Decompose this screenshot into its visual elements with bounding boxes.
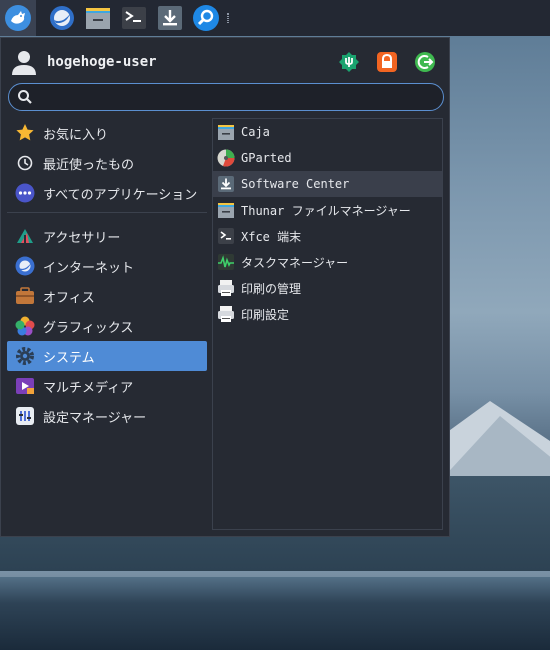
category-label: 最近使ったもの [43,157,135,173]
category-all-apps[interactable]: すべてのアプリケーション [7,178,207,208]
thunar-icon [218,203,234,218]
app-label: Thunar ファイルマネージャー [241,203,411,218]
app-label: タスクマネージャー [241,255,349,270]
category-graphics[interactable]: グラフィックス [7,311,207,341]
category-favorites[interactable]: お気に入り [7,118,207,148]
graphics-icon [15,316,35,336]
whisker-menu: hogehoge-user お気に入り 最近使ったもの すべてのアプリケーション… [0,37,450,537]
system-icon [16,347,34,365]
software-center-launcher[interactable] [152,0,188,36]
category-list: お気に入り 最近使ったもの すべてのアプリケーション アクセサリー インターネッ… [7,118,207,431]
panel-handle[interactable] [224,0,232,36]
app-label: GParted [241,151,292,165]
multimedia-icon [16,378,34,394]
search-input[interactable] [39,89,443,105]
mountain-ridge [440,416,550,481]
user-name: hogehoge-user [47,54,157,70]
user-avatar-icon [12,51,36,75]
internet-icon [15,256,35,276]
clock-icon [17,155,33,171]
star-icon [16,124,34,141]
app-task-manager[interactable]: タスクマネージャー [213,249,442,275]
file-manager-launcher[interactable] [80,0,116,36]
printer-settings-icon [218,306,234,322]
category-label: すべてのアプリケーション [43,187,198,203]
software-center-icon [218,176,234,192]
whisker-menu-button[interactable] [0,0,36,36]
whisker-menu-icon [5,5,31,31]
logout-button[interactable] [413,50,437,74]
search-icon [18,90,32,104]
category-separator [7,212,207,213]
category-label: アクセサリー [43,230,121,246]
menu-header: hogehoge-user [9,46,443,78]
category-office[interactable]: オフィス [7,281,207,311]
lake [0,571,550,650]
file-manager-icon [86,8,110,29]
task-manager-icon [218,254,234,270]
terminal-icon [122,7,146,29]
category-system[interactable]: システム [7,341,207,371]
category-multimedia[interactable]: マルチメディア [7,371,207,401]
category-label: インターネット [43,260,135,276]
terminal-icon [218,228,234,244]
gparted-icon [217,149,235,167]
session-actions [337,50,437,74]
app-caja[interactable]: Caja [213,119,442,145]
settings-icon [16,407,34,425]
category-label: マルチメディア [43,380,134,396]
app-software-center[interactable]: Software Center [213,171,442,197]
category-label: グラフィックス [43,320,134,336]
app-finder-launcher[interactable] [188,0,224,36]
app-label: Software Center [241,177,350,191]
shoreline [0,571,550,577]
application-list: Caja GParted Software Center Thunar ファイル… [212,118,443,530]
category-label: お気に入り [43,127,109,143]
lock-screen-icon [377,52,397,72]
print-manager-icon [218,280,234,296]
settings-manager-icon [339,52,359,72]
search-box [8,83,444,111]
app-finder-icon [193,5,219,31]
category-settings[interactable]: 設定マネージャー [7,401,207,431]
terminal-launcher[interactable] [116,0,152,36]
category-internet[interactable]: インターネット [7,251,207,281]
software-center-icon [158,6,182,30]
logout-icon [415,52,435,72]
all-apps-icon [15,183,35,203]
settings-manager-button[interactable] [337,50,361,74]
top-panel [0,0,550,36]
office-icon [16,287,34,304]
category-label: 設定マネージャー [43,410,147,426]
caja-icon [218,125,234,140]
app-thunar[interactable]: Thunar ファイルマネージャー [213,197,442,223]
category-label: オフィス [43,290,95,306]
web-browser-launcher[interactable] [44,0,80,36]
app-printer-settings[interactable]: 印刷設定 [213,301,442,327]
app-xfce-terminal[interactable]: Xfce 端末 [213,223,442,249]
category-recent[interactable]: 最近使ったもの [7,148,207,178]
app-label: 印刷の管理 [241,281,302,296]
web-browser-icon [50,6,74,30]
accessories-icon [17,229,33,243]
app-label: 印刷設定 [241,307,290,322]
app-label: Caja [241,125,270,139]
lock-screen-button[interactable] [375,50,399,74]
app-label: Xfce 端末 [241,229,302,244]
app-gparted[interactable]: GParted [213,145,442,171]
category-label: システム [43,350,95,366]
category-accessories[interactable]: アクセサリー [7,221,207,251]
app-print-manager[interactable]: 印刷の管理 [213,275,442,301]
